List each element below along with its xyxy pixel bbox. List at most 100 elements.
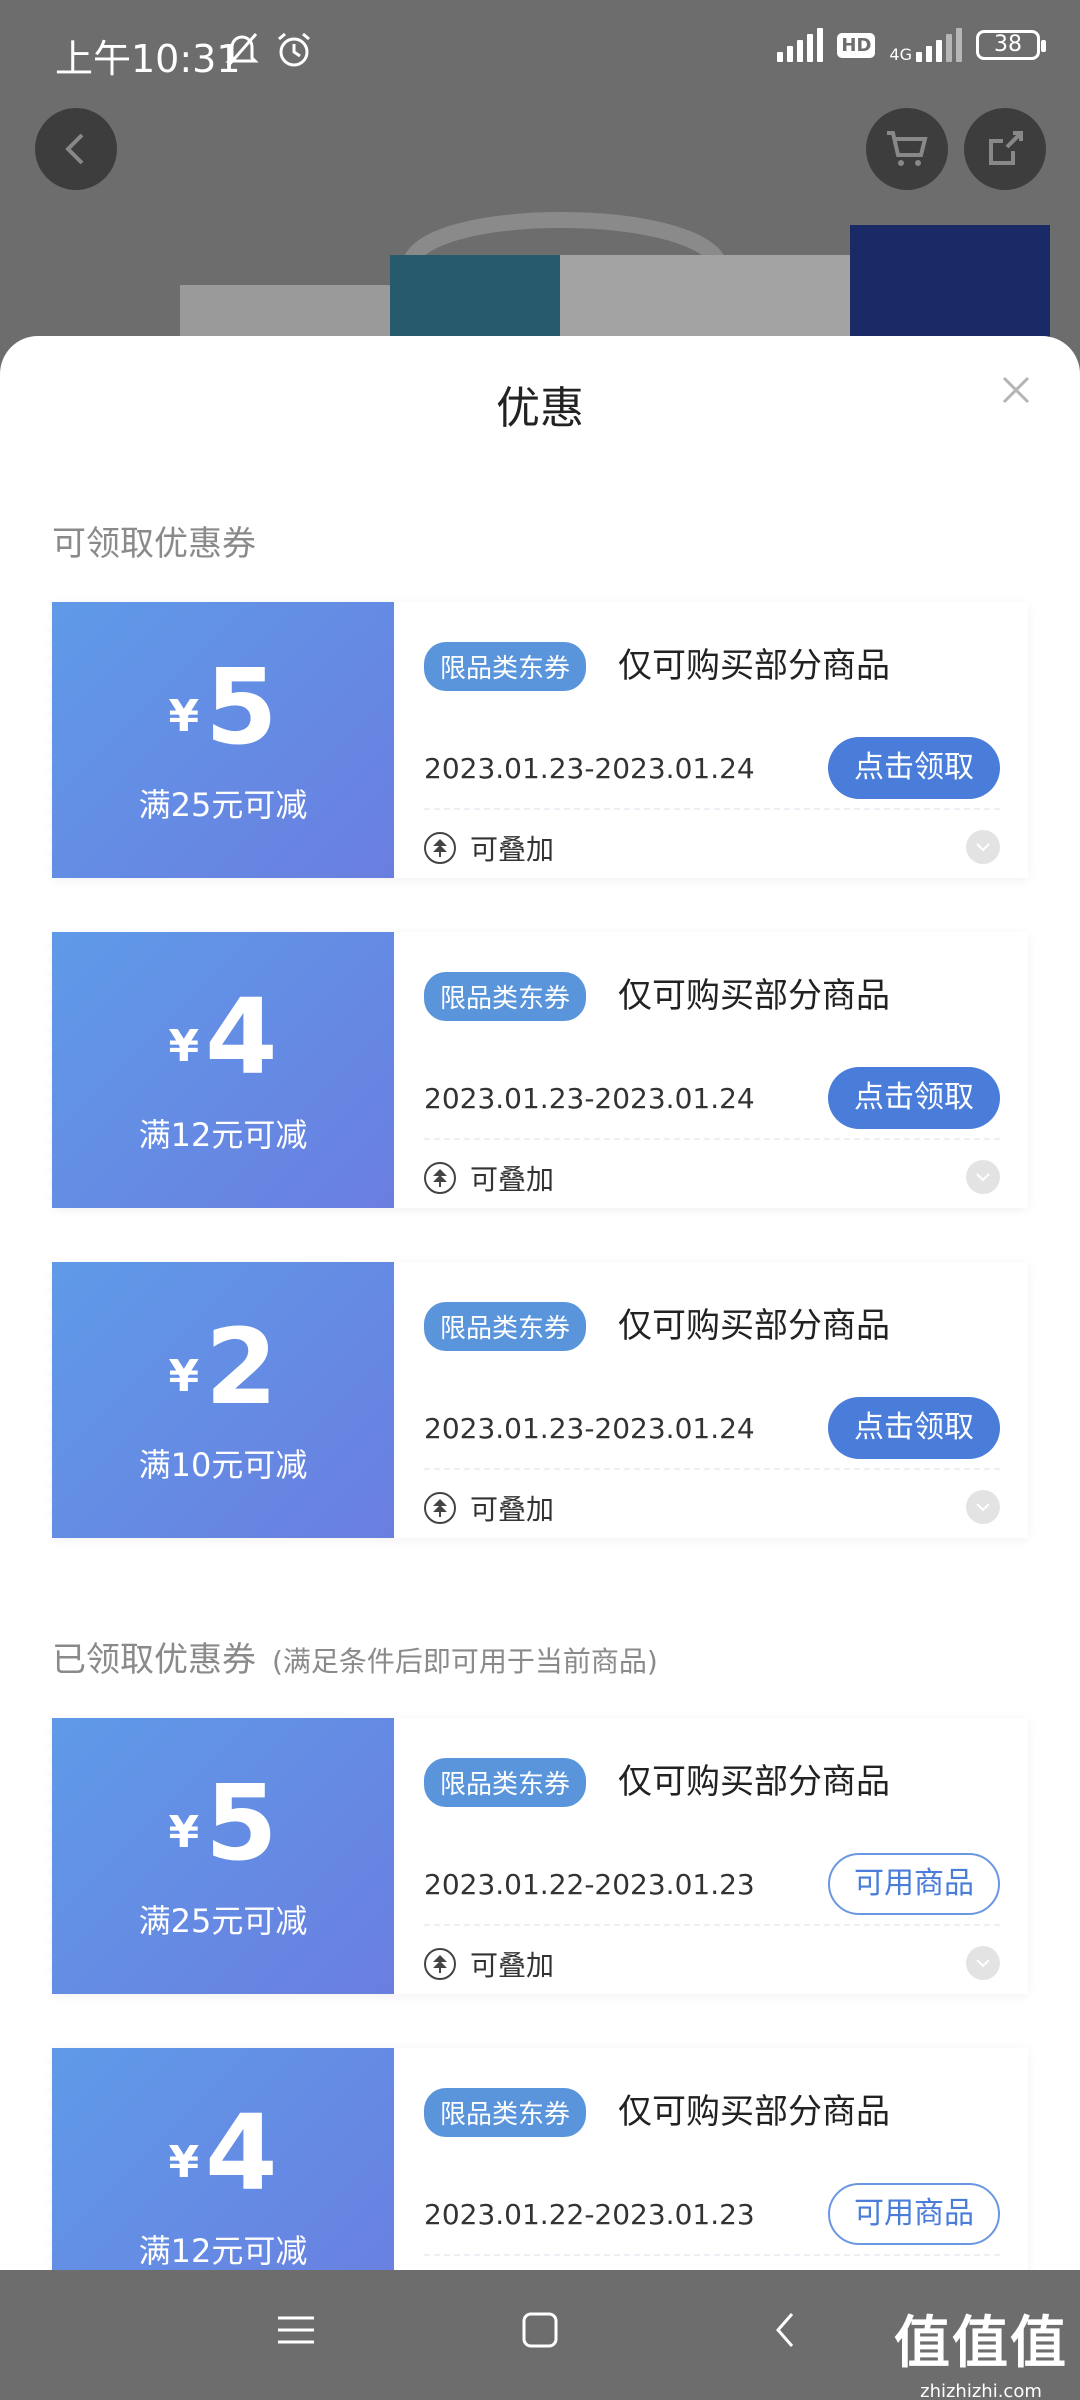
coupon-condition: 满12元可减 — [138, 2232, 308, 2270]
stackable-label: 可叠加 — [470, 1949, 555, 1982]
coupon-amount: ¥4 — [52, 2098, 394, 2218]
coupon-value-panel: ¥4 满12元可减 — [46, 932, 394, 1208]
hd-badge: HD — [837, 32, 876, 58]
currency-symbol: ¥ — [168, 1351, 200, 1402]
coupon-value-panel: ¥4 满12元可减 — [46, 2048, 394, 2270]
close-icon[interactable] — [996, 370, 1036, 410]
back-button[interactable] — [35, 108, 117, 190]
coupon-amount: ¥4 — [52, 982, 394, 1102]
currency-symbol: ¥ — [168, 2137, 200, 2188]
coupon-amount: ¥5 — [52, 652, 394, 772]
coupon-card: ¥5 满25元可减 限品类东券 仅可购买部分商品 2023.01.22-2023.01.… — [46, 1718, 1028, 1994]
stack-icon — [424, 832, 456, 864]
coupon-sheet: 优惠 可领取优惠券 ¥5 满25元可减 限品类东券 仅可购买部分商品 2023.01.2… — [0, 336, 1080, 2270]
claim-coupon-button[interactable]: 点击领取 — [828, 737, 1000, 799]
stackable-info: 可叠加 — [424, 828, 554, 868]
coupon-amount: ¥5 — [52, 1768, 394, 1888]
currency-symbol: ¥ — [168, 691, 200, 742]
stackable-info: 可叠加 — [424, 1944, 554, 1984]
expand-chevron-icon[interactable] — [966, 1946, 1000, 1980]
coupon-condition: 满12元可减 — [138, 1116, 308, 1154]
coupon-amount-value: 5 — [205, 1762, 278, 1884]
coupon-condition: 满25元可减 — [138, 1902, 308, 1940]
currency-symbol: ¥ — [168, 1807, 200, 1858]
coupon-title: 仅可购买部分商品 — [618, 1762, 890, 1802]
alarm-icon — [278, 32, 310, 67]
watermark-sub: zhizhizhi.com — [920, 2381, 1042, 2400]
product-image — [180, 212, 1050, 355]
divider — [424, 1468, 1000, 1470]
coupon-title: 仅可购买部分商品 — [618, 976, 890, 1016]
sheet-title: 优惠 — [496, 383, 584, 434]
claimed-section-label: 已领取优惠券 — [52, 1640, 256, 1680]
stackable-label: 可叠加 — [470, 1163, 555, 1196]
menu-icon[interactable] — [276, 2310, 316, 2350]
coupon-card: ¥4 满12元可减 限品类东券 仅可购买部分商品 2023.01.23-2023.01.… — [46, 932, 1028, 1208]
back-nav-icon[interactable] — [766, 2310, 806, 2350]
coupon-tag: 限品类东券 — [424, 972, 587, 1021]
cart-icon — [887, 131, 928, 166]
coupon-info-panel: 限品类东券 仅可购买部分商品 2023.01.23-2023.01.24 点击领取可叠… — [394, 602, 1028, 878]
divider — [424, 808, 1000, 810]
share-button[interactable] — [964, 108, 1046, 190]
coupon-card: ¥5 满25元可减 限品类东券 仅可购买部分商品 2023.01.23-2023.01.… — [46, 602, 1028, 878]
coupon-amount: ¥2 — [52, 1312, 394, 1432]
coupon-date: 2023.01.23-2023.01.24 — [424, 1082, 755, 1115]
coupon-tag: 限品类东券 — [424, 2088, 587, 2137]
coupon-info-panel: 限品类东券仅可购买部分商品2023.01.22-2023.01.23可用商品可叠… — [394, 2048, 1028, 2270]
home-icon[interactable] — [520, 2310, 560, 2350]
stackable-label: 可叠加 — [470, 833, 555, 866]
claim-coupon-button[interactable]: 点击领取 — [828, 1067, 1000, 1129]
coupon-condition: 满25元可减 — [138, 786, 308, 824]
coupon-date: 2023.01.23-2023.01.24 — [424, 752, 755, 785]
coupon-card: ¥4 满12元可减 限品类东券 仅可购买部分商品 2023.01.22-2023.01.… — [46, 2048, 1028, 2270]
claimed-section-title: 已领取优惠券 (满足条件后即可用于当前商品) — [52, 1632, 658, 1681]
battery-icon: 38 — [976, 30, 1046, 60]
coupon-tag: 限品类东券 — [424, 642, 587, 691]
stack-icon — [424, 1492, 456, 1524]
coupon-info-panel: 限品类东券仅可购买部分商品 2023.01.22-2023.01.23 可用商品可叠… — [394, 1718, 1028, 1994]
currency-symbol: ¥ — [168, 1021, 200, 1072]
mute-bell-icon — [225, 33, 259, 67]
back-arrow-icon — [65, 133, 84, 165]
system-nav-bar: 值值值 zhizhizhi.com — [0, 2270, 1080, 2400]
share-icon — [989, 131, 1023, 165]
coupon-tag: 限品类东券 — [424, 1758, 587, 1807]
coupon-title: 仅可购买部分商品 — [618, 646, 890, 686]
coupon-info-panel: 限品类东券 仅可购买部分商品 2023.01.23-2023.01.24 点击领取可叠… — [394, 932, 1028, 1208]
expand-chevron-icon[interactable] — [966, 1160, 1000, 1194]
available-section-title: 可领取优惠券 — [52, 524, 256, 564]
signal-icon-2 — [916, 28, 962, 62]
stackable-label: 可叠加 — [470, 1493, 555, 1526]
stackable-info: 可叠加 — [424, 1158, 554, 1198]
divider — [424, 1138, 1000, 1140]
watermark-main: 值值值 — [894, 2311, 1068, 2376]
coupon-info-panel: 限品类东券 仅可购买部分商品 2023.01.23-2023.01.24 点击领取 可叠… — [394, 1262, 1028, 1538]
claim-coupon-button[interactable]: 点击领取 — [828, 1397, 1000, 1459]
coupon-date: 2023.01.22-2023.01.23 — [424, 1868, 755, 1901]
stack-icon — [424, 1948, 456, 1980]
coupon-title: 仅可购买部分商品 — [618, 2092, 890, 2132]
coupon-amount-value: 2 — [205, 1306, 278, 1428]
coupon-amount-value: 4 — [205, 2092, 278, 2214]
expand-chevron-icon[interactable] — [966, 830, 1000, 864]
status-bar: 上午10:31 HD 4G 38 — [0, 0, 1080, 100]
expand-chevron-icon[interactable] — [966, 1490, 1000, 1524]
network-type: 4G — [889, 45, 912, 64]
coupon-condition: 满10元可减 — [138, 1446, 308, 1484]
divider — [424, 2254, 1000, 2256]
coupon-value-panel: ¥2 满10元可减 — [46, 1262, 394, 1538]
status-time: 上午10:31 — [55, 37, 241, 81]
cart-button[interactable] — [866, 108, 948, 190]
coupon-date: 2023.01.22-2023.01.23 — [424, 2198, 755, 2231]
coupon-title: 仅可购买部分商品 — [618, 1306, 890, 1346]
divider — [424, 1924, 1000, 1926]
coupon-value-panel: ¥5 满25元可减 — [46, 602, 394, 878]
coupon-amount-value: 5 — [205, 646, 278, 768]
available-products-button[interactable]: 可用商品 — [828, 2183, 1000, 2245]
claimed-section-note: (满足条件后即可用于当前商品) — [272, 1645, 658, 1678]
coupon-card: ¥2 满10元可减 限品类东券 仅可购买部分商品 2023.01.23-2023.01.… — [46, 1262, 1028, 1538]
coupon-date: 2023.01.23-2023.01.24 — [424, 1412, 755, 1445]
available-products-button[interactable]: 可用商品 — [828, 1853, 1000, 1915]
stack-icon — [424, 1162, 456, 1194]
